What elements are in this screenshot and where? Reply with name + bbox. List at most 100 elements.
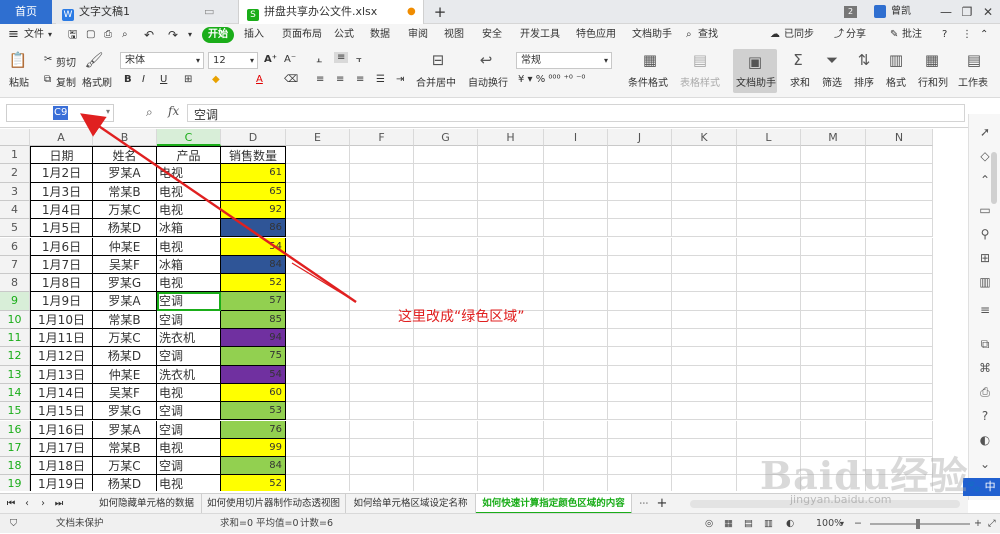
empty-cell[interactable] [286, 365, 350, 384]
comment-icon[interactable]: ✎ [890, 24, 898, 46]
row-header-8[interactable]: 8 [0, 274, 30, 293]
data-cell[interactable]: 92 [221, 200, 286, 220]
data-cell[interactable]: 冰箱 [157, 255, 221, 275]
empty-cell[interactable] [544, 402, 608, 421]
format-button[interactable]: 格式 [886, 74, 906, 89]
row-header-12[interactable]: 12 [0, 347, 30, 366]
save-icon[interactable]: 🖫 [68, 24, 77, 46]
empty-cell[interactable] [544, 457, 608, 476]
clear-format-icon[interactable]: ⌫ [284, 74, 298, 85]
menu-search[interactable]: 查找 [698, 24, 718, 46]
row-header-15[interactable]: 15 [0, 402, 30, 421]
header-cell[interactable]: 日期 [30, 146, 93, 165]
align-bottom-icon[interactable]: ⫟ [356, 54, 362, 65]
cursor-icon[interactable]: ➚ [977, 124, 993, 140]
empty-cell[interactable] [544, 237, 608, 256]
empty-cell[interactable] [672, 457, 737, 476]
empty-cell[interactable] [350, 237, 414, 256]
camera-icon[interactable]: ⌘ [977, 360, 993, 376]
apps-icon[interactable]: ⊞ [977, 250, 993, 266]
empty-cell[interactable] [608, 310, 672, 329]
data-cell[interactable]: 60 [221, 383, 286, 403]
empty-cell[interactable] [672, 200, 737, 220]
empty-cell[interactable] [801, 219, 866, 238]
copy-button[interactable]: 复制 [56, 74, 76, 89]
list-icon[interactable]: ≡ [977, 302, 993, 318]
name-box[interactable]: C9 ▾ [6, 104, 114, 122]
empty-cell[interactable] [286, 310, 350, 329]
data-cell[interactable]: 54 [221, 365, 286, 384]
data-cell[interactable]: 1月12日 [30, 347, 93, 366]
row-header-17[interactable]: 17 [0, 438, 30, 458]
data-cell[interactable]: 75 [221, 347, 286, 366]
eye-icon[interactable]: ◎ [705, 514, 713, 534]
first-sheet-icon[interactable]: ⏮ [4, 494, 18, 514]
menu-insert[interactable]: 插入 [244, 24, 264, 46]
empty-cell[interactable] [737, 329, 801, 348]
font-size-select[interactable]: 12 ▾ [208, 52, 258, 69]
empty-cell[interactable] [737, 274, 801, 293]
filter-icon[interactable]: ⏷ [822, 50, 842, 70]
empty-cell[interactable] [672, 402, 737, 421]
data-cell[interactable]: 空调 [157, 310, 221, 329]
empty-cell[interactable] [801, 200, 866, 220]
empty-cell[interactable] [478, 164, 544, 183]
backup-icon[interactable]: ⧉ [977, 336, 993, 352]
search-icon[interactable]: ⌕ [686, 24, 692, 46]
empty-cell[interactable] [672, 237, 737, 256]
data-cell[interactable]: 1月13日 [30, 365, 93, 384]
column-header-H[interactable]: H [478, 129, 544, 146]
sum-icon[interactable]: Σ [788, 50, 808, 70]
format-painter-icon[interactable]: 🖌 [84, 50, 104, 70]
empty-cell[interactable] [544, 310, 608, 329]
sheet-tab-slicer[interactable]: 如何使用切片器制作动态透视图 [202, 494, 346, 514]
add-sheet-button[interactable]: + [654, 494, 670, 514]
data-cell[interactable]: 万某C [93, 200, 157, 220]
column-header-L[interactable]: L [737, 129, 801, 146]
empty-cell[interactable] [478, 146, 544, 165]
data-cell[interactable]: 电视 [157, 182, 221, 201]
data-cell[interactable]: 52 [221, 475, 286, 491]
data-cell[interactable]: 1月14日 [30, 383, 93, 403]
expand-icon[interactable]: ⤢ [988, 514, 996, 534]
empty-cell[interactable] [608, 274, 672, 293]
tab-home[interactable]: 首页 [0, 0, 52, 24]
fill-color-icon[interactable]: ◆ [212, 74, 220, 85]
menu-review[interactable]: 审阅 [408, 24, 428, 46]
row-header-10[interactable]: 10 [0, 310, 30, 329]
align-center-icon[interactable]: ≡ [336, 74, 344, 85]
empty-cell[interactable] [672, 365, 737, 384]
empty-cell[interactable] [478, 365, 544, 384]
user-avatar[interactable] [874, 5, 886, 18]
data-cell[interactable]: 罗某A [93, 164, 157, 183]
data-cell[interactable]: 吴某F [93, 255, 157, 275]
hamburger-icon[interactable]: ≡ [8, 24, 19, 46]
data-cell[interactable]: 空调 [157, 420, 221, 439]
empty-cell[interactable] [286, 219, 350, 238]
empty-cell[interactable] [286, 292, 350, 311]
table-style-button[interactable]: 表格样式 [680, 74, 720, 89]
data-cell[interactable]: 冰箱 [157, 219, 221, 238]
sort-button[interactable]: 排序 [854, 74, 874, 89]
empty-cell[interactable] [478, 219, 544, 238]
data-cell[interactable]: 仲某E [93, 365, 157, 384]
empty-cell[interactable] [672, 383, 737, 403]
empty-cell[interactable] [414, 164, 478, 183]
data-cell[interactable]: 吴某F [93, 383, 157, 403]
scroll-track[interactable] [991, 152, 997, 204]
chart-icon[interactable]: ▥ [977, 274, 993, 290]
empty-cell[interactable] [866, 237, 933, 256]
empty-cell[interactable] [801, 146, 866, 165]
header-cell[interactable]: 姓名 [93, 146, 157, 165]
column-header-E[interactable]: E [286, 129, 350, 146]
empty-cell[interactable] [672, 438, 737, 458]
empty-cell[interactable] [866, 200, 933, 220]
empty-cell[interactable] [672, 310, 737, 329]
empty-cell[interactable] [866, 310, 933, 329]
undo-icon[interactable]: ↶ [144, 24, 154, 46]
menu-view[interactable]: 视图 [444, 24, 464, 46]
empty-cell[interactable] [608, 438, 672, 458]
empty-cell[interactable] [737, 255, 801, 275]
restore-button[interactable]: ❐ [958, 3, 976, 21]
cloud-sync-icon[interactable]: ☁ [770, 24, 780, 46]
